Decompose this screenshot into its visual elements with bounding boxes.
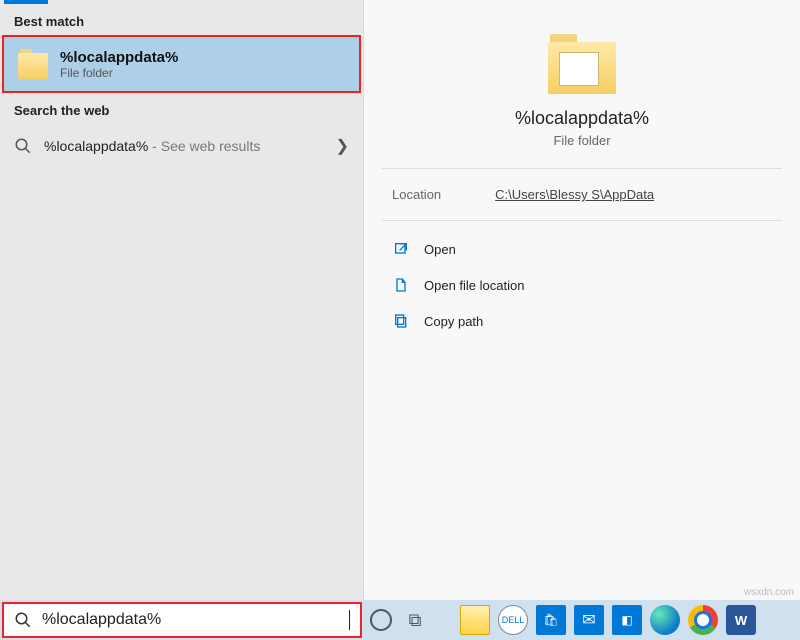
web-result-row[interactable]: %localappdata% - See web results ❯ xyxy=(0,124,363,168)
dell-icon[interactable]: DELL xyxy=(498,605,528,635)
location-row: Location C:\Users\Blessy S\AppData xyxy=(364,169,800,220)
result-texts: %localappdata% File folder xyxy=(60,49,178,80)
text-caret xyxy=(349,610,350,630)
action-open-location-label: Open file location xyxy=(424,278,524,293)
location-label: Location xyxy=(392,187,441,202)
taskview-icon[interactable]: ⧉ xyxy=(400,605,430,635)
action-open-label: Open xyxy=(424,242,456,257)
watermark: wsxdn.com xyxy=(744,587,794,598)
taskbar: ⧉ DELL 🛍 ✉ ◧ W xyxy=(0,600,800,640)
edge-icon[interactable] xyxy=(650,605,680,635)
search-icon xyxy=(14,611,32,629)
cortana-icon[interactable] xyxy=(370,609,392,631)
location-link[interactable]: C:\Users\Blessy S\AppData xyxy=(495,187,654,202)
preview-pane: %localappdata% File folder Location C:\U… xyxy=(364,0,800,600)
search-input[interactable] xyxy=(42,611,339,629)
open-location-icon xyxy=(392,276,410,294)
web-suffix: - See web results xyxy=(148,138,260,154)
web-result-text: %localappdata% - See web results xyxy=(44,138,260,154)
file-explorer-icon[interactable] xyxy=(460,605,490,635)
main-area: Best match %localappdata% File folder Se… xyxy=(0,0,800,600)
search-icon xyxy=(14,137,32,155)
folder-icon-large xyxy=(548,34,616,94)
best-match-result[interactable]: %localappdata% File folder xyxy=(2,35,361,93)
preview-header: %localappdata% File folder xyxy=(364,0,800,168)
result-subtitle: File folder xyxy=(60,66,178,80)
action-copy-path[interactable]: Copy path xyxy=(382,303,782,339)
folder-icon xyxy=(18,49,48,79)
preview-subtitle: File folder xyxy=(553,133,610,148)
web-term: %localappdata% xyxy=(44,138,148,154)
taskbar-icons: ⧉ DELL 🛍 ✉ ◧ W xyxy=(370,600,756,640)
best-match-heading: Best match xyxy=(0,4,363,35)
mail-icon[interactable]: ✉ xyxy=(574,605,604,635)
app-icon[interactable]: ◧ xyxy=(612,605,642,635)
preview-title: %localappdata% xyxy=(515,108,649,129)
result-title: %localappdata% xyxy=(60,49,178,66)
action-copy-path-label: Copy path xyxy=(424,314,483,329)
taskbar-search-box[interactable] xyxy=(2,602,362,638)
chevron-right-icon: ❯ xyxy=(336,136,349,156)
copy-path-icon xyxy=(392,312,410,330)
word-icon[interactable]: W xyxy=(726,605,756,635)
action-open[interactable]: Open xyxy=(382,231,782,267)
chrome-icon[interactable] xyxy=(688,605,718,635)
action-open-location[interactable]: Open file location xyxy=(382,267,782,303)
results-pane: Best match %localappdata% File folder Se… xyxy=(0,0,364,600)
windows-search-panel: Best match %localappdata% File folder Se… xyxy=(0,0,800,640)
microsoft-store-icon[interactable]: 🛍 xyxy=(536,605,566,635)
actions-list: Open Open file location Copy path xyxy=(364,221,800,349)
search-web-heading: Search the web xyxy=(0,93,363,124)
open-icon xyxy=(392,240,410,258)
